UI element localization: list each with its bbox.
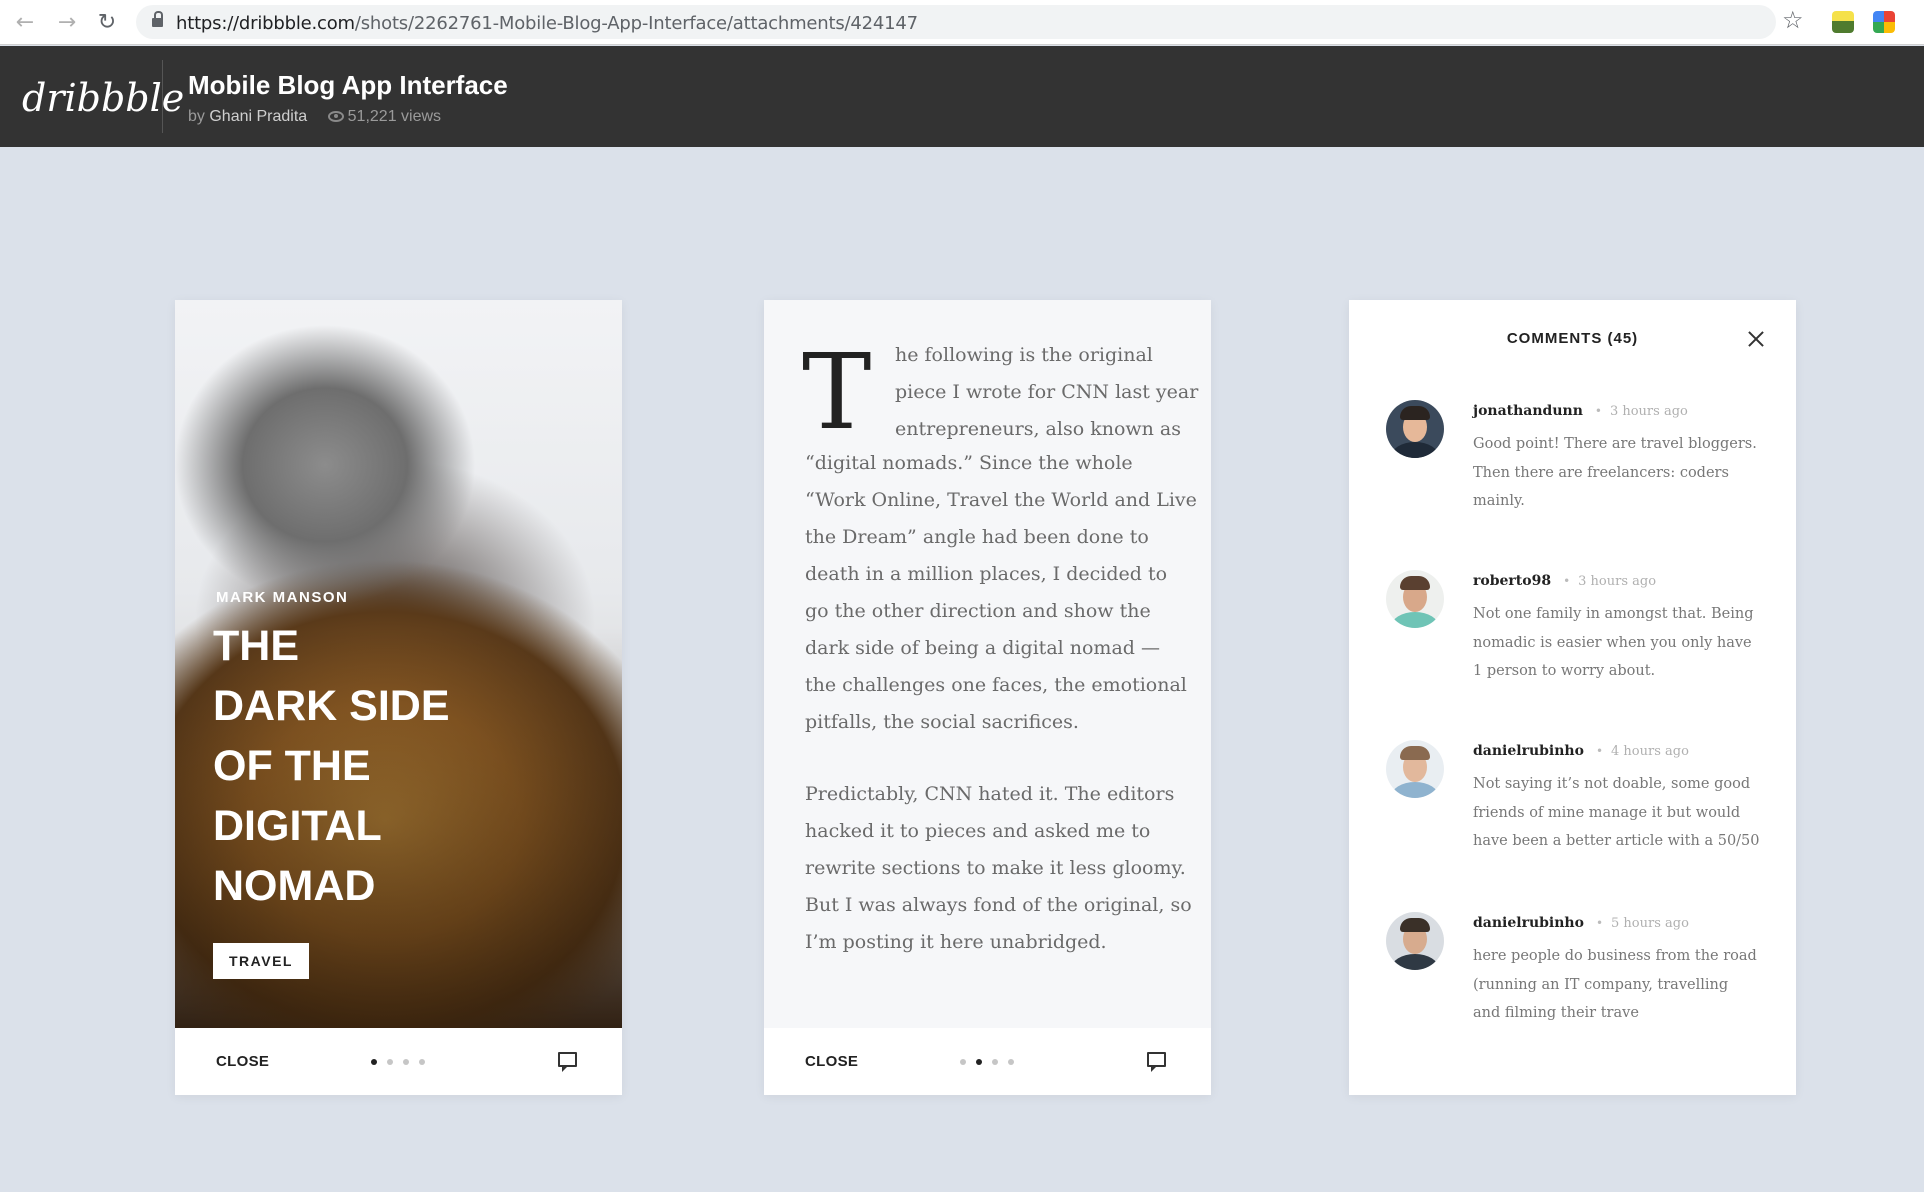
by-label: by bbox=[188, 108, 205, 125]
article-body: he following is the original piece I wrot… bbox=[805, 337, 1199, 961]
lock-icon bbox=[152, 11, 163, 28]
article-line: dark side of being a digital nomad — bbox=[805, 637, 1160, 659]
comment-line: and filming their trave bbox=[1473, 1005, 1639, 1021]
comment-time: 4 hours ago bbox=[1611, 744, 1689, 759]
article-line: Predictably, CNN hated it. The editors bbox=[805, 783, 1175, 805]
article-line: hacked it to pieces and asked me to bbox=[805, 820, 1151, 842]
comment-text: here people do business from the road (ru… bbox=[1473, 942, 1773, 1028]
comment-text: Not saying it’s not doable, some good fri… bbox=[1473, 770, 1773, 856]
comment-time: 3 hours ago bbox=[1609, 404, 1688, 419]
page-indicator bbox=[960, 1059, 1014, 1065]
title-line: THE bbox=[213, 622, 299, 670]
comments-title: COMMENTS (45) bbox=[1506, 330, 1639, 347]
url-host: https://dribbble.com bbox=[176, 13, 355, 34]
category-tag[interactable]: TRAVEL bbox=[213, 943, 309, 979]
article-line: the Dream” angle had been done to bbox=[805, 526, 1149, 548]
page-dot[interactable] bbox=[403, 1059, 409, 1065]
avatar[interactable] bbox=[1386, 740, 1444, 798]
comment-time: 3 hours ago bbox=[1578, 574, 1657, 589]
comment-username[interactable]: roberto98 bbox=[1473, 573, 1551, 589]
page-indicator bbox=[371, 1059, 425, 1065]
page-dot[interactable] bbox=[992, 1059, 998, 1065]
article-line: I’m posting it here unabridged. bbox=[805, 931, 1107, 953]
close-icon[interactable] bbox=[1747, 330, 1765, 348]
page-dot[interactable] bbox=[960, 1059, 966, 1065]
comment-line: Good point! There are travel bloggers. bbox=[1473, 436, 1757, 452]
dribbble-logo[interactable]: dribbble bbox=[22, 76, 184, 120]
browser-toolbar: ← → ↻ https://dribbble.com/shots/2262761… bbox=[0, 0, 1924, 45]
article-author: MARK MANSON bbox=[216, 589, 349, 606]
close-button[interactable]: CLOSE bbox=[805, 1053, 858, 1070]
page-dot[interactable] bbox=[419, 1059, 425, 1065]
shot-header: dribbble Mobile Blog App Interface by Gh… bbox=[0, 46, 1924, 147]
article-line: pitfalls, the social sacrifices. bbox=[805, 711, 1079, 733]
comment-line: nomadic is easier when you only have bbox=[1473, 634, 1752, 651]
article-line: “digital nomads.” Since the whole bbox=[805, 452, 1133, 474]
page-dot[interactable] bbox=[387, 1059, 393, 1065]
page-dot[interactable] bbox=[371, 1059, 377, 1065]
title-line: DARK SIDE bbox=[213, 682, 450, 730]
cover-screen: MARK MANSON THE DARK SIDE OF THE DIGITAL NOM… bbox=[175, 300, 622, 1095]
comment-text: Good point! There are travel bloggers. Th… bbox=[1473, 430, 1773, 516]
avatar[interactable] bbox=[1386, 400, 1444, 458]
comment-line: friends of mine manage it but would bbox=[1473, 804, 1741, 821]
avatar[interactable] bbox=[1386, 570, 1444, 628]
comment-line: have been a better article with a 50/50 bbox=[1473, 833, 1760, 849]
comment-line: 1 person to worry about. bbox=[1473, 663, 1656, 679]
bottom-bar: CLOSE bbox=[764, 1028, 1211, 1095]
address-bar[interactable]: https://dribbble.com/shots/2262761-Mobil… bbox=[136, 5, 1776, 39]
comment-icon[interactable] bbox=[1147, 1052, 1166, 1072]
eye-icon bbox=[327, 111, 344, 122]
separator-dot: • bbox=[1595, 744, 1604, 758]
header-divider bbox=[162, 60, 163, 133]
article-line: go the other direction and show the bbox=[805, 600, 1151, 622]
article-line: the challenges one faces, the emotional bbox=[805, 674, 1187, 696]
title-line: OF THE bbox=[213, 742, 371, 790]
author-link[interactable]: Ghani Pradita bbox=[209, 108, 307, 125]
page-dot[interactable] bbox=[1008, 1059, 1014, 1065]
article-line: death in a million places, I decided to bbox=[805, 563, 1168, 585]
back-arrow-icon[interactable]: ← bbox=[10, 7, 40, 37]
separator-dot: • bbox=[1563, 574, 1571, 588]
separator-dot: • bbox=[1594, 404, 1602, 418]
bottom-bar: CLOSE bbox=[175, 1028, 622, 1095]
article-screen: T he following is the original piece I wr… bbox=[764, 300, 1211, 1095]
title-line: DIGITAL bbox=[213, 802, 382, 850]
comment-line: Then there are freelancers: coders bbox=[1473, 464, 1729, 481]
comments-screen: COMMENTS (45) jonathandunn • 3 hours ago Go… bbox=[1349, 300, 1796, 1095]
comment-username[interactable]: danielrubinho bbox=[1473, 915, 1584, 931]
shot-title: Mobile Blog App Interface bbox=[188, 70, 508, 100]
comment-line: (running an IT company, travelling bbox=[1473, 976, 1729, 993]
article-line: piece I wrote for CNN last year bbox=[895, 381, 1199, 403]
comment-text: Not one family in amongst that. Being nom… bbox=[1473, 600, 1773, 686]
title-line: NOMAD bbox=[213, 862, 376, 910]
comment-username[interactable]: jonathandunn bbox=[1473, 403, 1583, 419]
views-count: 51,221 views bbox=[347, 108, 442, 125]
comment-line: Not saying it’s not doable, some good bbox=[1473, 776, 1751, 792]
bookmark-star-icon[interactable]: ☆ bbox=[1782, 6, 1804, 34]
comment-line: mainly. bbox=[1473, 493, 1525, 509]
comment-icon[interactable] bbox=[558, 1052, 577, 1072]
url-path: /shots/2262761-Mobile-Blog-App-Interface… bbox=[354, 13, 918, 34]
page-dot[interactable] bbox=[976, 1059, 982, 1065]
extension-icon[interactable] bbox=[1832, 11, 1854, 33]
close-button[interactable]: CLOSE bbox=[216, 1053, 269, 1070]
article-line: rewrite sections to make it less gloomy. bbox=[805, 857, 1186, 879]
shot-meta: by Ghani Pradita 51,221 views bbox=[188, 108, 441, 126]
reload-icon[interactable]: ↻ bbox=[92, 7, 122, 37]
separator-dot: • bbox=[1595, 916, 1604, 930]
article-line: “Work Online, Travel the World and Live bbox=[805, 489, 1197, 511]
comment-username[interactable]: danielrubinho bbox=[1473, 743, 1584, 759]
forward-arrow-icon[interactable]: → bbox=[52, 7, 82, 37]
comment-line: Not one family in amongst that. Being bbox=[1473, 606, 1754, 622]
article-line: entrepreneurs, also known as bbox=[895, 418, 1182, 440]
article-line: But I was always fond of the original, s… bbox=[805, 894, 1192, 916]
comment-line: here people do business from the road bbox=[1473, 948, 1757, 964]
url-text[interactable]: https://dribbble.com/shots/2262761-Mobil… bbox=[176, 13, 918, 34]
article-title: THE DARK SIDE OF THE DIGITAL NOMAD bbox=[213, 616, 573, 916]
extension-icon[interactable] bbox=[1873, 11, 1895, 33]
comment-time: 5 hours ago bbox=[1611, 916, 1689, 931]
avatar[interactable] bbox=[1386, 912, 1444, 970]
article-line: he following is the original bbox=[895, 344, 1153, 366]
